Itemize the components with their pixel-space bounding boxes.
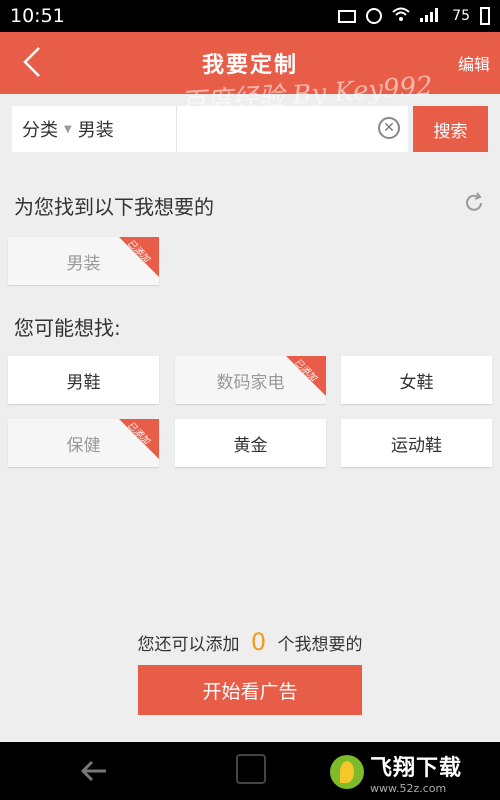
tag-label: 男鞋 bbox=[66, 372, 101, 393]
chevron-left-icon bbox=[23, 47, 40, 77]
search-input[interactable] bbox=[176, 106, 408, 152]
battery-level: 75 bbox=[452, 8, 470, 24]
suggest-tag-1[interactable]: 数码家电 已添加 bbox=[175, 356, 326, 404]
site-logo: 飞翔下载 www.52z.com bbox=[330, 747, 495, 797]
status-bar: 10:51 75 bbox=[0, 0, 500, 32]
watch-ads-button[interactable]: 开始看广告 bbox=[138, 665, 362, 715]
remain-prefix: 您还可以添加 bbox=[137, 635, 240, 655]
clear-icon[interactable]: ✕ bbox=[378, 117, 400, 139]
suggest-tag-0[interactable]: 男鞋 bbox=[8, 356, 159, 404]
remaining-count-text: 您还可以添加 0 个我想要的 bbox=[0, 628, 500, 656]
found-tag-0[interactable]: 男装 已添加 bbox=[8, 237, 159, 285]
category-value: 男装 bbox=[77, 120, 114, 141]
remain-suffix: 个我想要的 bbox=[277, 635, 363, 655]
nav-home-icon[interactable] bbox=[236, 754, 266, 784]
wifi-icon bbox=[392, 7, 410, 25]
suggest-tag-5[interactable]: 运动鞋 bbox=[341, 419, 492, 467]
found-title: 为您找到以下我想要的 bbox=[14, 195, 214, 219]
category-label: 分类 bbox=[22, 120, 58, 141]
battery-icon bbox=[480, 7, 490, 25]
nav-back-icon[interactable] bbox=[78, 754, 112, 788]
app-header: 我要定制 编辑 bbox=[0, 32, 500, 94]
suggest-tag-2[interactable]: 女鞋 bbox=[341, 356, 492, 404]
image-icon bbox=[338, 9, 357, 23]
category-selector[interactable]: 分类 ▼ 男装 bbox=[12, 106, 176, 152]
tag-label: 女鞋 bbox=[399, 372, 434, 393]
tag-label: 数码家电 bbox=[216, 372, 285, 393]
back-button[interactable] bbox=[14, 44, 50, 80]
edit-button[interactable]: 编辑 bbox=[458, 51, 490, 75]
tag-label: 运动鞋 bbox=[391, 435, 442, 456]
remain-count: 0 bbox=[250, 628, 267, 656]
signal-icon bbox=[420, 7, 442, 25]
logo-site: www.52z.com bbox=[370, 781, 447, 795]
search-bar: 分类 ▼ 男装 ✕ 搜索 bbox=[12, 106, 488, 152]
suggest-tag-3[interactable]: 保健 已添加 bbox=[8, 419, 159, 467]
leaf-logo-icon bbox=[330, 755, 364, 789]
tag-label: 男装 bbox=[66, 253, 101, 274]
status-icons: 75 bbox=[338, 7, 490, 25]
tag-label: 黄金 bbox=[233, 435, 268, 456]
tag-label: 保健 bbox=[66, 435, 101, 456]
logo-brand: 飞翔下载 bbox=[370, 755, 463, 781]
refresh-icon[interactable] bbox=[462, 191, 486, 215]
suggest-title: 您可能想找: bbox=[14, 316, 121, 340]
dropdown-arrow-icon: ▼ bbox=[64, 123, 72, 135]
status-time: 10:51 bbox=[10, 5, 65, 27]
search-button[interactable]: 搜索 bbox=[413, 106, 488, 152]
suggest-tag-4[interactable]: 黄金 bbox=[175, 419, 326, 467]
page-title: 我要定制 bbox=[201, 53, 298, 78]
alarm-icon bbox=[366, 8, 383, 24]
